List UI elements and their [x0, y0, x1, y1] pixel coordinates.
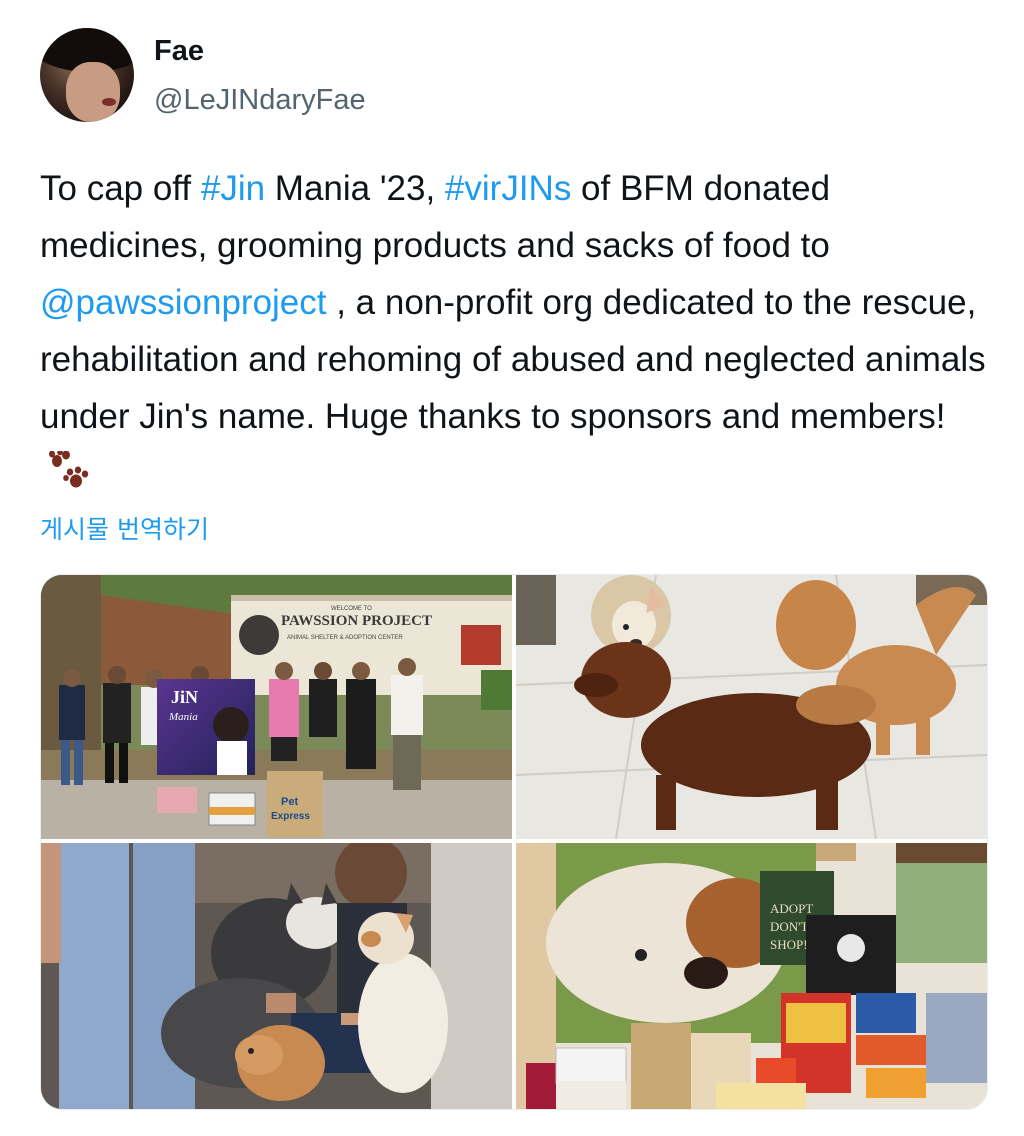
display-name[interactable]: Fae: [154, 34, 366, 68]
translate-post-link[interactable]: 게시물 번역하기: [40, 510, 209, 546]
tweet-text-part: To cap off: [40, 169, 201, 208]
avatar[interactable]: [40, 28, 134, 122]
photo-volunteer-with-dogs[interactable]: [41, 843, 512, 1109]
photo-donations-booth[interactable]: ADOPT DON'T SHOP!: [516, 843, 987, 1109]
tweet-text-part: Mania '23,: [265, 169, 445, 208]
sign-subtitle-text: ANIMAL SHELTER & ADOPTION CENTER: [287, 635, 403, 641]
tweet-header: Fae @LeJINdaryFae: [40, 28, 940, 124]
mention-link[interactable]: @pawssionproject: [40, 283, 327, 322]
poster-text: ADOPT: [770, 901, 813, 916]
sign-welcome-text: WELCOME TO: [331, 606, 372, 612]
bag-label-text: Express: [271, 811, 310, 822]
media-grid: WELCOME TO PAWSSION PROJECT ANIMAL SHELT…: [40, 574, 988, 1110]
sign-title-text: PAWSSION PROJECT: [281, 613, 432, 629]
poster-text: DON'T: [770, 919, 809, 934]
poster-text: SHOP!: [770, 937, 808, 952]
author-names: Fae @LeJINdaryFae: [154, 34, 366, 120]
photo-group-at-shelter[interactable]: WELCOME TO PAWSSION PROJECT ANIMAL SHELT…: [41, 575, 512, 839]
paw-prints-icon: [48, 449, 92, 491]
hashtag-link[interactable]: #virJINs: [445, 169, 571, 208]
banner-sub-text: Mania: [168, 711, 198, 723]
tweet-text: To cap off #Jin Mania '23, #virJINs of B…: [40, 160, 990, 502]
banner-name-text: JiN: [171, 687, 198, 707]
user-handle[interactable]: @LeJINdaryFae: [154, 80, 366, 120]
bag-label-text: Pet: [281, 796, 298, 808]
hashtag-link[interactable]: #Jin: [201, 169, 265, 208]
photo-dogs-on-tile[interactable]: [516, 575, 987, 839]
